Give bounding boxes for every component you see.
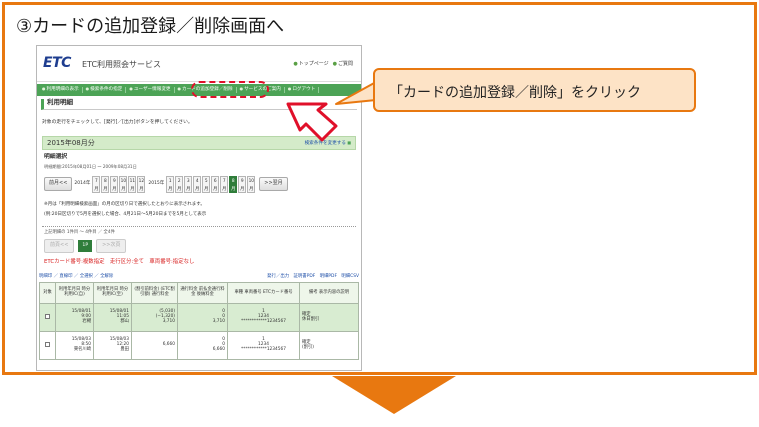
card-filter-summary: ETCカード番号:複数指定 走行区分:全て 車両番号:指定なし xyxy=(44,259,195,265)
nav-search-conditions[interactable]: 検索条件の指定 xyxy=(83,87,127,93)
table-row: 15/08/03 8:50 東名川崎 15/08/03 12:20 豊田 6,660 0… xyxy=(39,331,359,360)
cell-entry: 15/08/01 9:00 岩槻 xyxy=(55,303,94,332)
month-cell[interactable]: 4月 xyxy=(193,175,202,193)
callout-text: 「カードの追加登録／削除」をクリック xyxy=(389,85,641,101)
col-target: 対象 xyxy=(39,282,56,304)
site-name: ETC利用照会サービス xyxy=(82,60,162,69)
header-links: トップページ ご質問 xyxy=(293,61,353,68)
divider xyxy=(42,226,356,227)
month-cell[interactable]: 7月 xyxy=(220,175,229,193)
checkbox-icon[interactable] xyxy=(45,313,50,319)
selection-tools[interactable]: 明細印 ／ 直線印 ／ 全選択 ／ 全解除 xyxy=(39,274,113,279)
prev-page-button[interactable]: 前頁<< xyxy=(44,239,75,253)
col-exit: 利用年月日 時分 利用IC(至) xyxy=(93,282,132,304)
highlight-outline xyxy=(191,81,269,98)
col-vehicle: 車種 車両番号 ETCカード番号 xyxy=(227,282,300,304)
year-label-2015: 2015年 xyxy=(148,181,165,187)
cell-remarks: 確定 (割引) xyxy=(299,331,359,360)
section-title: 明細選択 xyxy=(44,154,68,160)
change-conditions-link[interactable]: 検索条件を変更する xyxy=(305,141,351,146)
etc-logo: ETC xyxy=(43,55,71,71)
row-checkbox[interactable] xyxy=(39,331,56,360)
month-cell[interactable]: 12月 xyxy=(137,175,146,193)
site-header: ETC ETC利用照会サービス トップページ ご質問 xyxy=(37,46,361,82)
month-cell[interactable]: 6月 xyxy=(211,175,220,193)
month-cell[interactable]: 8月 xyxy=(101,175,110,193)
top-page-link[interactable]: トップページ xyxy=(293,61,329,68)
col-entry: 利用年月日 時分 利用IC(自) xyxy=(55,282,94,304)
table-row: 15/08/01 9:00 岩槻 15/08/01 11:05 郡山 (5,030) (−… xyxy=(39,303,359,332)
year-label-2014: 2014年 xyxy=(74,181,91,187)
prev-month-button[interactable]: 前月<< xyxy=(44,177,73,191)
note-1: ※月は「利用明細検索画面」の月の区切り日で選択したとおりに表示されます。 xyxy=(44,202,205,207)
checkbox-icon[interactable] xyxy=(45,341,50,347)
month-cell[interactable]: 1月 xyxy=(166,175,175,193)
month-cell[interactable]: 3月 xyxy=(184,175,193,193)
pager: 前頁<< 1P >>次頁 xyxy=(44,239,127,253)
row-checkbox[interactable] xyxy=(39,303,56,332)
current-page[interactable]: 1P xyxy=(78,240,93,252)
month-cell[interactable]: 2月 xyxy=(175,175,184,193)
month-cell[interactable]: 7月 xyxy=(92,175,101,193)
cell-vehicle: 1 1234 ************1234567 xyxy=(227,303,300,332)
month-cell[interactable]: 10月 xyxy=(119,175,128,193)
detail-period: 明細期間:2015年08月01日 〜 2009年08月31日 xyxy=(44,164,137,169)
cell-toll: 6,660 xyxy=(131,331,178,360)
cell-exit: 15/08/01 11:05 郡山 xyxy=(93,303,132,332)
table-header-row: 対象 利用年月日 時分 利用IC(自) 利用年月日 時分 利用IC(至) (割引… xyxy=(39,282,359,304)
step-heading: ③カードの追加登録／削除画面へ xyxy=(16,16,285,37)
cell-exit: 15/08/03 12:20 豊田 xyxy=(93,331,132,360)
month-cell-selected[interactable]: 8月 xyxy=(229,175,238,193)
cell-toll: (5,030) (−1,320) 3,710 xyxy=(131,303,178,332)
col-remarks: 備考 表示内容の説明 xyxy=(299,282,359,304)
nav-logout[interactable]: ログアウト xyxy=(285,87,320,93)
next-month-button[interactable]: >>翌月 xyxy=(259,177,288,191)
month-cell[interactable]: 5月 xyxy=(202,175,211,193)
col-toll: (割引前料金) (ETC割引額) 通行料金 xyxy=(131,282,178,304)
output-tools[interactable]: 発行／出力 証明書PDF 明細PDF 明細CSV xyxy=(267,274,359,279)
nav-user-info[interactable]: ユーザー情報変更 xyxy=(126,87,175,93)
note-2: (例:20日区切りで5月を選択した場合、4月21日〜5月20日までを5月として表… xyxy=(44,212,207,218)
month-cell[interactable]: 10月 xyxy=(247,175,256,193)
next-page-button[interactable]: >>次頁 xyxy=(96,239,127,253)
page-title: 利用明細 xyxy=(41,98,357,110)
faq-link[interactable]: ご質問 xyxy=(333,61,353,68)
month-cell[interactable]: 9月 xyxy=(110,175,119,193)
callout-box: 「カードの追加登録／削除」をクリック xyxy=(373,68,696,112)
result-range: 上記明細の 1件目 〜 4件目 ／ 全4件 xyxy=(44,230,115,235)
cell-entry: 15/08/03 8:50 東名川崎 xyxy=(55,331,94,360)
usage-table: 対象 利用年月日 時分 利用IC(自) 利用年月日 時分 利用IC(至) (割引… xyxy=(39,282,359,360)
month-title: 2015年08月分 xyxy=(47,139,95,147)
cell-payment: 0 0 6,660 xyxy=(177,331,228,360)
nav-usage-detail[interactable]: 利用明細の表示 xyxy=(39,87,83,93)
cell-remarks: 確定 休日割引 xyxy=(299,303,359,332)
month-header: 2015年08月分 検索条件を変更する xyxy=(42,136,356,150)
month-selector: 前月<< 2014年 7月 8月 9月 10月 11月 12月 2015年 1月… xyxy=(44,174,356,194)
month-cell[interactable]: 11月 xyxy=(128,175,137,193)
col-payment: 通行料金 前払金通行料金 後納料金 xyxy=(177,282,228,304)
cell-payment: 0 0 3,710 xyxy=(177,303,228,332)
cell-vehicle: 1 1234 ************1234567 xyxy=(227,331,300,360)
instruction-text: 対象の走行をチェックして、[発行]／[出力]ボタンを押してください。 xyxy=(42,120,193,125)
next-step-arrow-icon xyxy=(332,376,456,414)
month-cell[interactable]: 9月 xyxy=(238,175,247,193)
notes: ※月は「利用明細検索画面」の月の区切り日で選択したとおりに表示されます。 (例:… xyxy=(44,202,206,222)
